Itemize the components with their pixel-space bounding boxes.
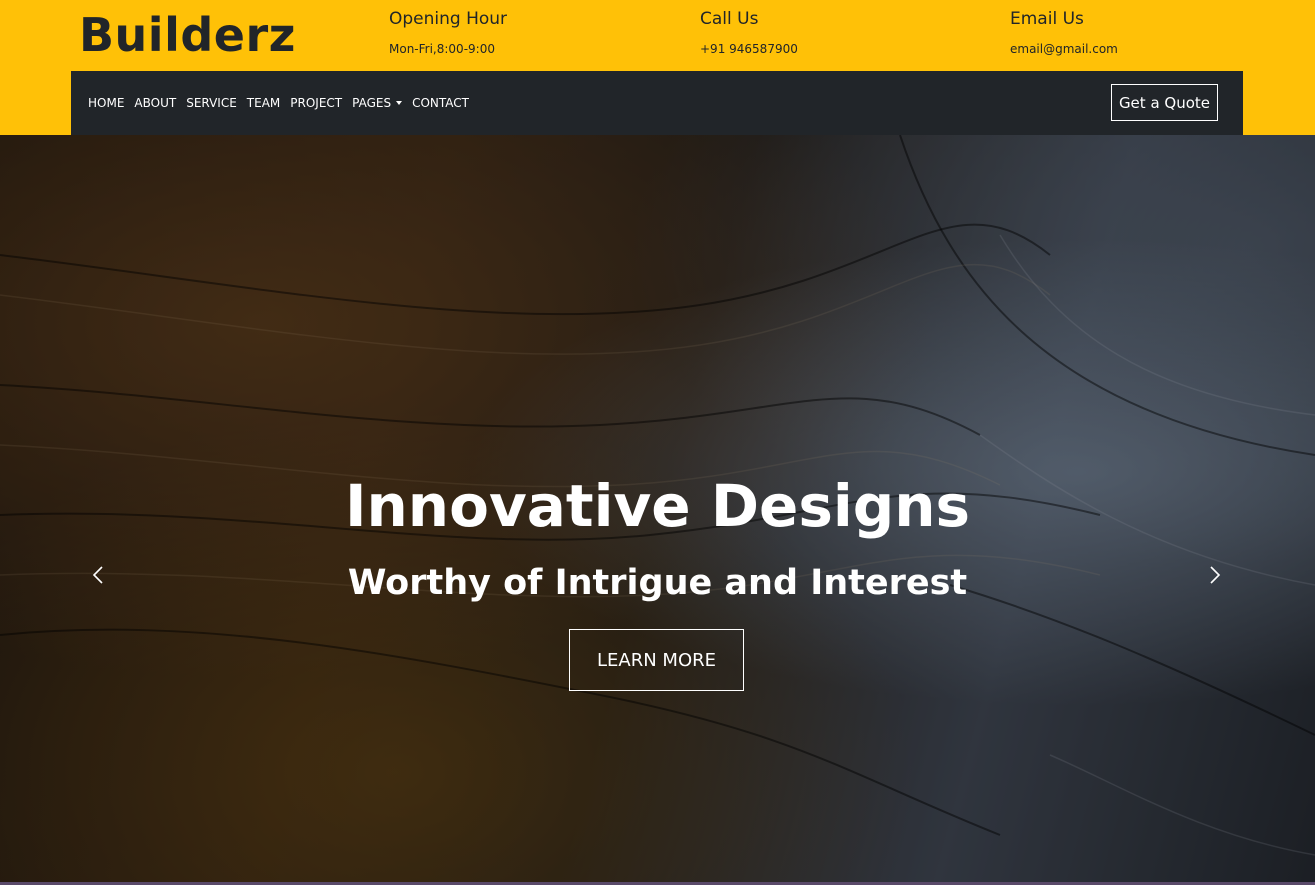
hero-carousel: Innovative Designs Worthy of Intrigue an… — [0, 135, 1315, 885]
opening-hour-title: Opening Hour — [389, 9, 508, 29]
nav-item-service[interactable]: SERVICE — [186, 96, 237, 110]
caret-down-icon — [396, 101, 403, 105]
nav-item-about[interactable]: ABOUT — [134, 96, 176, 110]
learn-more-button[interactable]: LEARN MORE — [569, 629, 744, 691]
call-us-value: +91 946587900 — [700, 42, 798, 56]
get-quote-button[interactable]: Get a Quote — [1110, 84, 1218, 121]
main-navbar: HOME ABOUT SERVICE TEAM PROJECT PAGES CO… — [71, 71, 1243, 135]
email-us-value: email@gmail.com — [1010, 42, 1118, 56]
nav-item-home[interactable]: HOME — [88, 96, 124, 110]
opening-hour-block: Opening Hour Mon-Fri,8:00-9:00 — [389, 9, 507, 56]
nav-item-project[interactable]: PROJECT — [290, 96, 342, 110]
brand-logo[interactable]: Builderz — [79, 8, 296, 62]
nav-item-team[interactable]: TEAM — [247, 96, 280, 110]
call-us-title: Call Us — [700, 9, 759, 29]
nav-menu: HOME ABOUT SERVICE TEAM PROJECT PAGES CO… — [88, 71, 479, 135]
email-us-block: Email Us email@gmail.com — [1010, 9, 1118, 56]
email-us-title: Email Us — [1010, 9, 1084, 29]
hero-subtitle: Worthy of Intrigue and Interest — [347, 563, 968, 603]
nav-item-contact[interactable]: CONTACT — [412, 96, 469, 110]
hero-title: Innovative Designs — [344, 472, 971, 540]
nav-item-pages-label: PAGES — [352, 96, 392, 110]
nav-item-pages-dropdown[interactable]: PAGES — [352, 96, 403, 110]
opening-hour-value: Mon-Fri,8:00-9:00 — [389, 42, 495, 56]
call-us-block: Call Us +91 946587900 — [700, 9, 798, 56]
